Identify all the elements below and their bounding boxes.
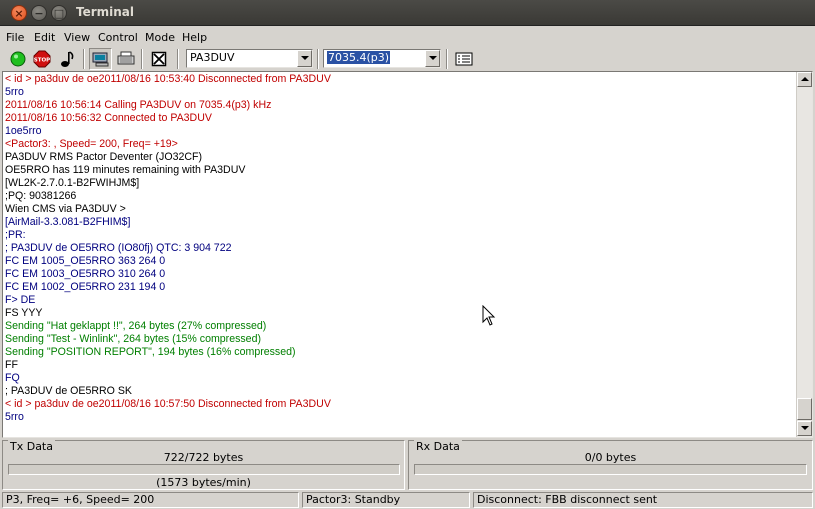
terminal-line: 5rro [5, 86, 24, 98]
list-icon [455, 52, 472, 66]
menu-control[interactable]: Control [98, 31, 138, 44]
status-bar: P3, Freq= +6, Speed= 200 Pactor3: Standb… [0, 491, 815, 509]
terminal-line: ; PA3DUV de OE5RRO (IO80fj) QTC: 3 904 7… [5, 242, 232, 254]
terminal-line: FC EM 1005_OE5RRO 363 264 0 [5, 255, 166, 267]
arrow-down-icon [800, 426, 809, 430]
vertical-scrollbar[interactable] [796, 72, 812, 437]
menu-bar: File Edit View Control Mode Help [0, 28, 815, 46]
title-bar: × − □ Terminal [0, 0, 815, 26]
green-light-icon [10, 51, 25, 67]
sound-button[interactable] [55, 48, 78, 70]
menu-view[interactable]: View [64, 31, 90, 44]
close-window-button[interactable]: × [11, 5, 27, 21]
terminal-line: OE5RRO has 119 minutes remaining with PA… [5, 164, 246, 176]
terminal-line: Sending "Hat geklappt !!", 264 bytes (27… [5, 320, 267, 332]
terminal-line: < id > pa3duv de oe2011/08/16 10:57:50 D… [5, 398, 331, 410]
scroll-up-button[interactable] [797, 72, 812, 87]
terminal-line: Sending "Test - Winlink", 264 bytes (15%… [5, 333, 261, 345]
menu-help[interactable]: Help [182, 31, 207, 44]
scroll-thumb[interactable] [797, 398, 812, 420]
terminal-line: ; PA3DUV de OE5RRO SK [5, 385, 132, 397]
mouse-pointer-icon [482, 305, 496, 326]
tx-bytes: 722/722 bytes [163, 451, 244, 464]
terminal-line: FQ [5, 372, 20, 384]
toolbar: STOP PA3DUV 7035.4(p3) [0, 47, 815, 71]
list-button[interactable] [452, 48, 475, 70]
computer-icon [92, 52, 108, 67]
terminal-line: F> DE [5, 294, 36, 306]
window-title: Terminal [76, 5, 135, 19]
scroll-down-button[interactable] [797, 421, 812, 436]
terminal-line: FF [5, 359, 18, 371]
chevron-down-icon[interactable] [425, 50, 440, 67]
terminal-line: 1oe5rro [5, 125, 42, 137]
callsign-combo[interactable]: PA3DUV [186, 49, 313, 68]
tx-progress-bar [8, 464, 400, 475]
cross-box-icon [151, 51, 166, 67]
stop-sign-icon: STOP [33, 50, 50, 68]
terminal-line: [AirMail-3.3.081-B2FHIM$] [5, 216, 131, 228]
terminal-line: 2011/08/16 10:56:14 Calling PA3DUV on 70… [5, 99, 272, 111]
terminal-output[interactable]: < id > pa3duv de oe2011/08/16 10:53:40 D… [2, 71, 813, 438]
frequency-value: 7035.4(p3) [327, 51, 391, 64]
minimize-window-button[interactable]: − [31, 5, 47, 21]
music-note-icon [60, 51, 73, 67]
terminal-line: FC EM 1003_OE5RRO 310 264 0 [5, 268, 166, 280]
go-button[interactable] [6, 48, 29, 70]
terminal-line: PA3DUV RMS Pactor Deventer (JO32CF) [5, 151, 203, 163]
terminal-line: < id > pa3duv de oe2011/08/16 10:53:40 D… [5, 73, 331, 85]
terminal-line: FS YYY [5, 307, 43, 319]
tx-rate: (1573 bytes/min) [156, 476, 251, 489]
status-mode: P3, Freq= +6, Speed= 200 [2, 492, 299, 508]
terminal-line: [WL2K-2.7.0.1-B2FWIHJM$] [5, 177, 140, 189]
svg-text:STOP: STOP [33, 58, 49, 64]
frequency-combo[interactable]: 7035.4(p3) [323, 49, 441, 68]
menu-file[interactable]: File [6, 31, 24, 44]
rx-bytes: 0/0 bytes [584, 451, 637, 464]
terminal-line: FC EM 1002_OE5RRO 231 194 0 [5, 281, 166, 293]
abort-button[interactable] [147, 48, 170, 70]
maximize-window-button[interactable]: □ [51, 5, 67, 21]
rx-progress-bar [414, 464, 807, 475]
connect-button[interactable] [89, 48, 112, 70]
terminal-line: 2011/08/16 10:56:32 Connected to PA3DUV [5, 112, 212, 124]
terminal-line: Sending "POSITION REPORT", 194 bytes (16… [5, 346, 296, 358]
keyboard-icon [117, 51, 134, 65]
terminal-line: Wien CMS via PA3DUV > [5, 203, 126, 215]
terminal-line: ;PR: [5, 229, 26, 241]
arrow-up-icon [800, 77, 809, 81]
menu-mode[interactable]: Mode [145, 31, 175, 44]
status-message: Disconnect: FBB disconnect sent [473, 492, 813, 508]
terminal-lines: < id > pa3duv de oe2011/08/16 10:53:40 D… [5, 73, 795, 424]
menu-edit[interactable]: Edit [34, 31, 55, 44]
stop-button[interactable]: STOP [30, 48, 53, 70]
terminal-line: ;PQ: 90381266 [5, 190, 77, 202]
status-state: Pactor3: Standby [302, 492, 470, 508]
callsign-value: PA3DUV [190, 51, 235, 64]
printer-button[interactable] [114, 48, 137, 70]
chevron-down-icon[interactable] [297, 50, 312, 67]
terminal-line: 5rro [5, 411, 24, 423]
terminal-line: <Pactor3: , Speed= 200, Freq= +19> [5, 138, 178, 150]
